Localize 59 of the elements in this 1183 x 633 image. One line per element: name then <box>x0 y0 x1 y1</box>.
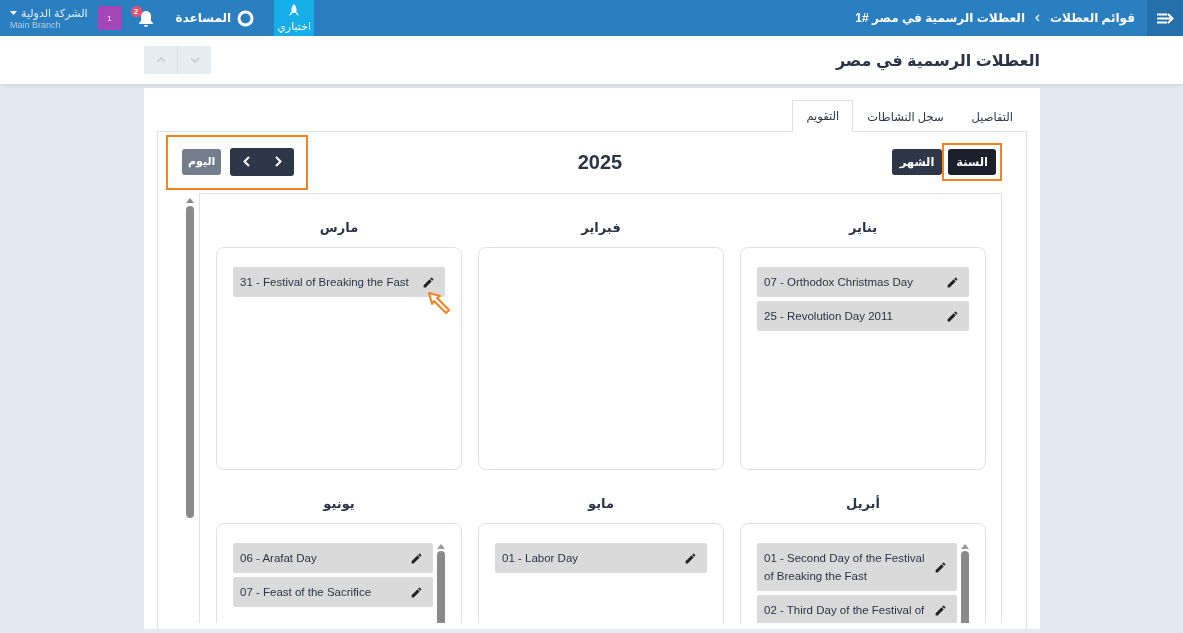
menu-arrow-icon[interactable] <box>1156 12 1174 24</box>
view-toggle-button[interactable]: الشهر <box>891 149 943 175</box>
tab[interactable]: سجل النشاطات <box>853 101 958 132</box>
lifebuoy-icon <box>237 9 255 27</box>
holiday-label: 01 - Labor Day <box>502 551 579 566</box>
month-title: أبريل <box>846 494 880 513</box>
chevron-up-icon <box>155 57 166 63</box>
notification-badge: 2 <box>130 6 142 17</box>
triangle-up-icon[interactable] <box>185 197 195 203</box>
month-title: مايو <box>588 495 614 513</box>
holiday-label: 06 - Arafat Day <box>240 551 317 566</box>
pencil-icon[interactable] <box>410 585 423 599</box>
chevron-icon <box>1035 14 1040 22</box>
holiday-label: 25 - Revolution Day 2011 <box>764 309 893 324</box>
holiday-label: 07 - Feast of the Sacrifice <box>240 585 372 600</box>
pencil-icon[interactable] <box>946 275 959 289</box>
tab[interactable]: التقويم <box>792 100 854 132</box>
holiday-item[interactable]: 25 - Revolution Day 2011 <box>757 301 969 331</box>
pencil-icon[interactable] <box>410 551 423 565</box>
pencil-icon[interactable] <box>684 551 697 565</box>
breadcrumb-link[interactable]: قوائم العطلات <box>1050 11 1135 25</box>
pencil-icon[interactable] <box>422 275 435 289</box>
month-title: يونيو <box>323 495 355 513</box>
tab[interactable]: التفاصيل <box>957 101 1027 132</box>
chevron-down-icon <box>189 57 200 63</box>
holiday-item[interactable]: 01 - Labor Day <box>495 543 707 573</box>
user-badge[interactable]: 1 <box>97 6 122 30</box>
bell-icon[interactable] <box>137 9 154 27</box>
pencil-icon[interactable] <box>934 603 947 617</box>
breadcrumb-current: العطلات الرسمية في مصر #1 <box>855 11 1025 25</box>
branch-name: Main Branch <box>10 19 61 30</box>
holiday-item[interactable]: 06 - Arafat Day <box>233 543 433 573</box>
holiday-item[interactable]: 07 - Orthodox Christmas Day <box>757 267 969 297</box>
month-title: فبراير <box>581 219 621 237</box>
triangle-up-icon[interactable] <box>960 543 970 549</box>
holiday-item[interactable]: 31 - Festival of Breaking the Fast <box>233 267 445 297</box>
triangle-up-icon[interactable] <box>436 543 446 549</box>
holiday-item[interactable]: 01 - Second Day of the Festival of Breaking the Fast <box>757 543 957 591</box>
company-name[interactable]: الشركة الدولية <box>21 6 88 20</box>
holiday-label: 31 - Festival of Breaking the Fast <box>240 275 409 290</box>
today-button[interactable]: اليوم <box>182 148 222 175</box>
chevron-right-icon <box>274 156 282 167</box>
holiday-label: 01 - Second Day of the Festival of Breaking the Fast <box>764 551 926 584</box>
month-title: مارس <box>319 219 359 237</box>
rocket-icon <box>289 3 300 17</box>
month-title: يناير <box>849 219 878 237</box>
holiday-label: 07 - Orthodox Christmas Day <box>764 275 913 290</box>
holiday-label: 02 - Third Day of the Festival of <box>764 603 925 618</box>
arrow-icon <box>426 290 452 316</box>
caret-icon[interactable] <box>10 11 17 15</box>
holiday-item[interactable]: 02 - Third Day of the Festival of <box>757 595 957 623</box>
year-title: 2025 <box>577 150 623 174</box>
view-toggle-button[interactable]: السنة <box>948 149 996 175</box>
help-button[interactable]: المساعدة <box>169 0 261 36</box>
chevron-left-icon <box>242 156 250 167</box>
pencil-icon[interactable] <box>946 309 959 323</box>
holiday-item[interactable]: 07 - Feast of the Sacrifice <box>233 577 433 607</box>
page-title: العطلات الرسمية في مصر <box>835 50 1040 70</box>
pencil-icon[interactable] <box>934 560 947 574</box>
